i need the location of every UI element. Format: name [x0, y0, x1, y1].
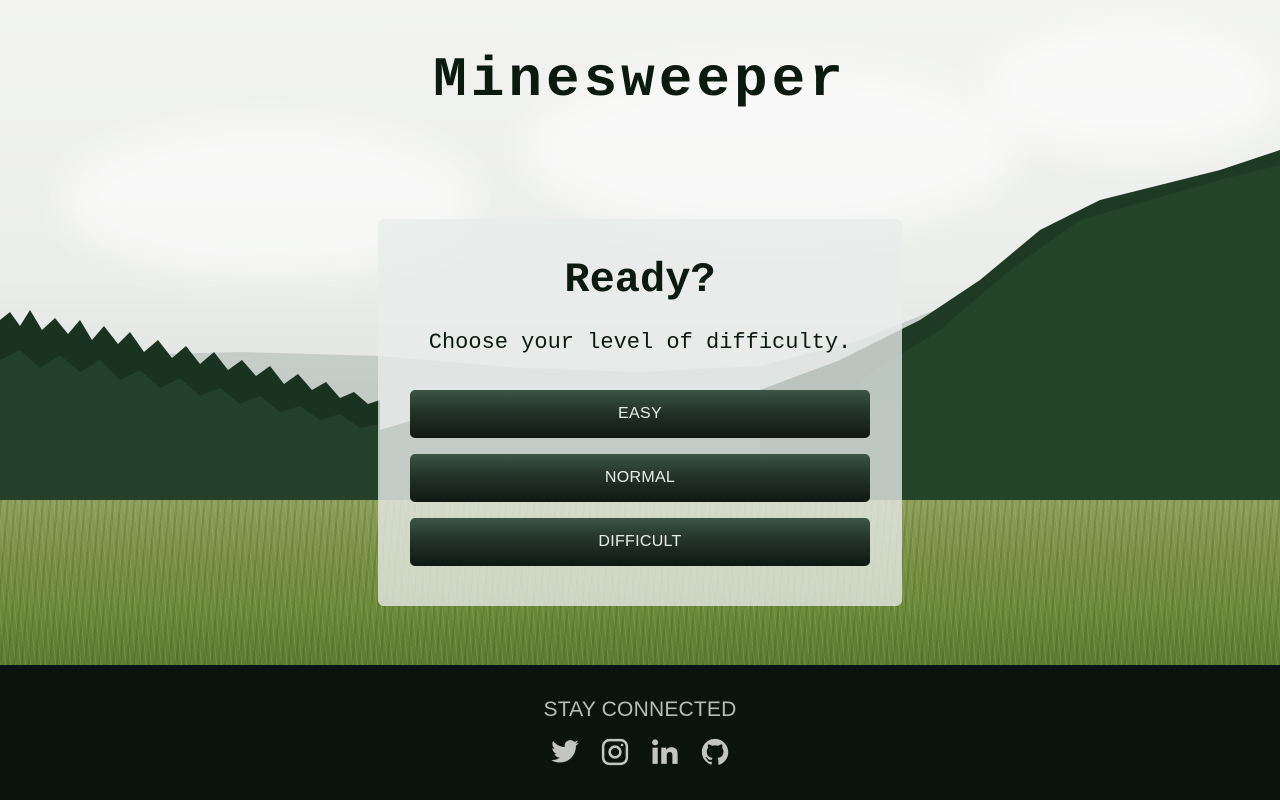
card-subtitle: Choose your level of difficulty. [428, 330, 852, 355]
difficult-button[interactable]: DIFFICULT [410, 518, 870, 566]
easy-button[interactable]: EASY [410, 390, 870, 438]
instagram-icon[interactable] [600, 737, 630, 767]
footer: STAY CONNECTED [0, 665, 1280, 800]
github-icon[interactable] [700, 737, 730, 767]
difficulty-card: Ready? Choose your level of difficulty. … [378, 219, 902, 606]
card-title: Ready? [564, 256, 716, 304]
twitter-icon[interactable] [550, 737, 580, 767]
normal-button[interactable]: NORMAL [410, 454, 870, 502]
footer-heading: STAY CONNECTED [543, 698, 737, 721]
page-title: Minesweeper [433, 48, 847, 112]
linkedin-icon[interactable] [650, 737, 680, 767]
